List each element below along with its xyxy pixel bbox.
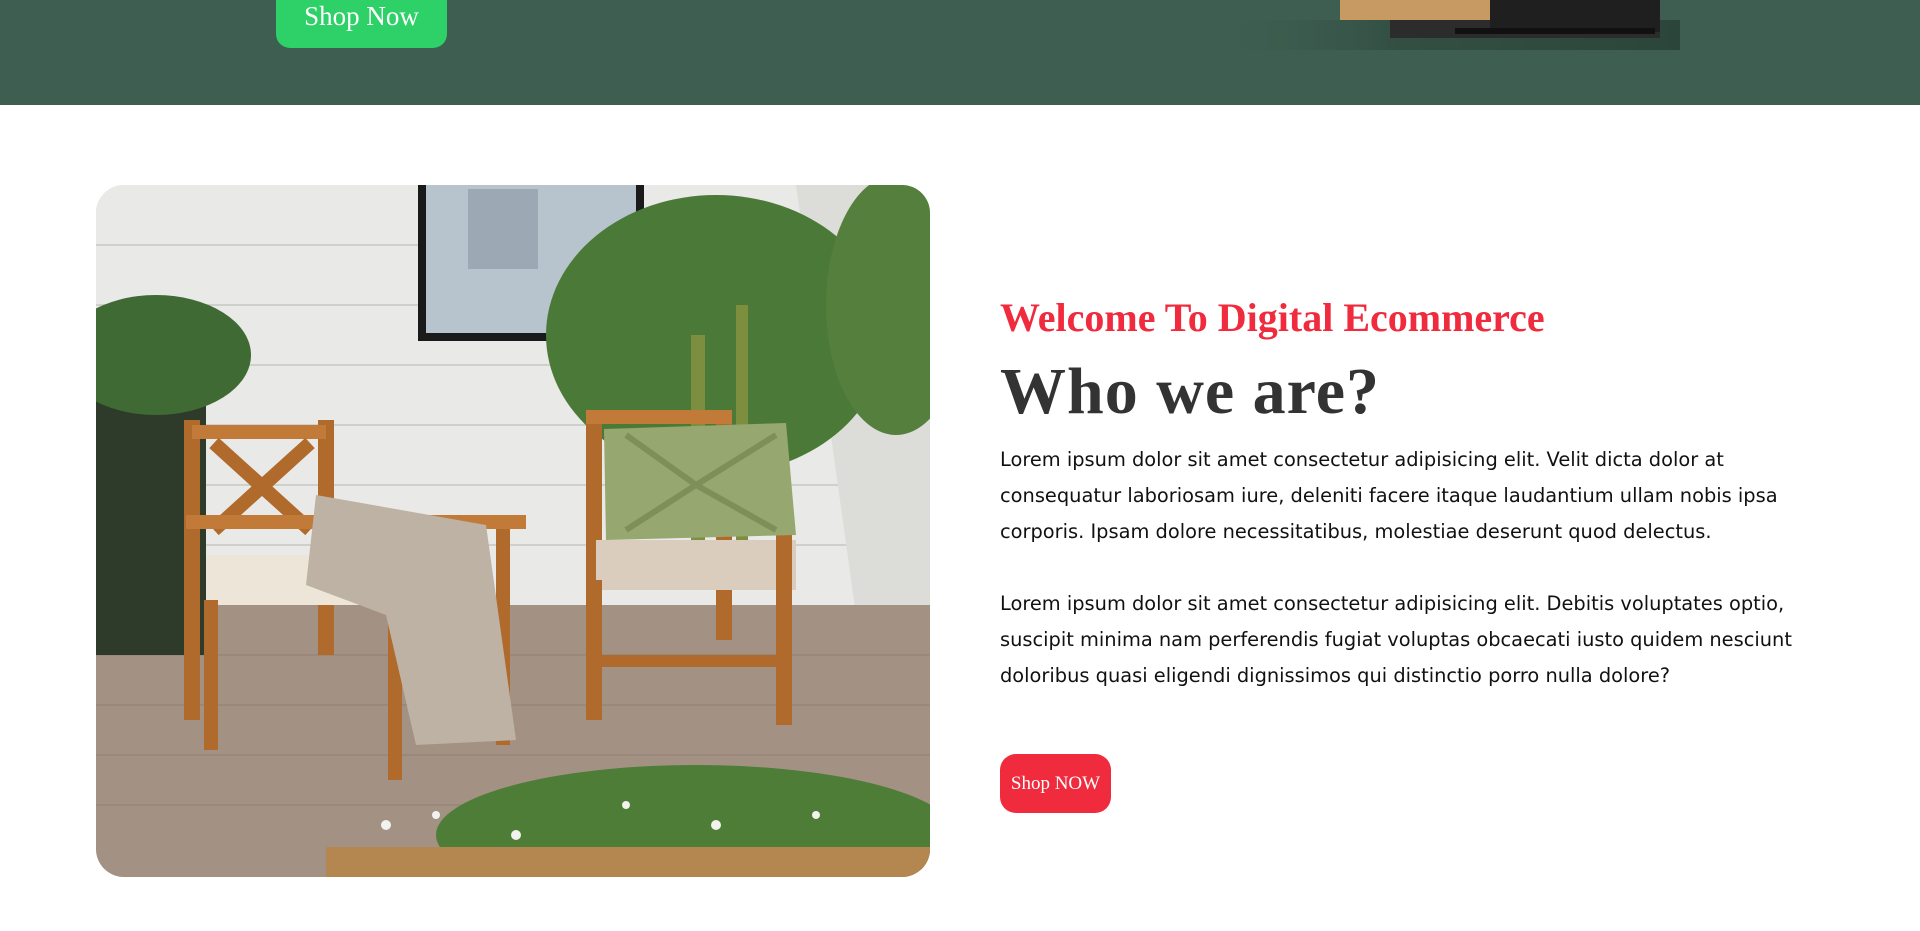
about-paragraph-2: Lorem ipsum dolor sit amet consectetur a…	[1000, 592, 1792, 687]
section-title: Who we are?	[1000, 355, 1381, 428]
hero-product-image	[1210, 0, 1680, 50]
shop-now-button[interactable]: Shop NOW	[1000, 754, 1111, 813]
section-subtitle: Welcome To Digital Ecommerce	[1000, 295, 1545, 340]
about-paragraph-1: Lorem ipsum dolor sit amet consectetur a…	[1000, 448, 1778, 543]
hero-shop-now-button[interactable]: Shop Now	[276, 0, 447, 48]
patio-chairs-image	[96, 185, 930, 877]
about-section: Welcome To Digital Ecommerce Who we are?…	[1000, 290, 1820, 694]
hero-banner: Shop Now	[0, 0, 1920, 105]
